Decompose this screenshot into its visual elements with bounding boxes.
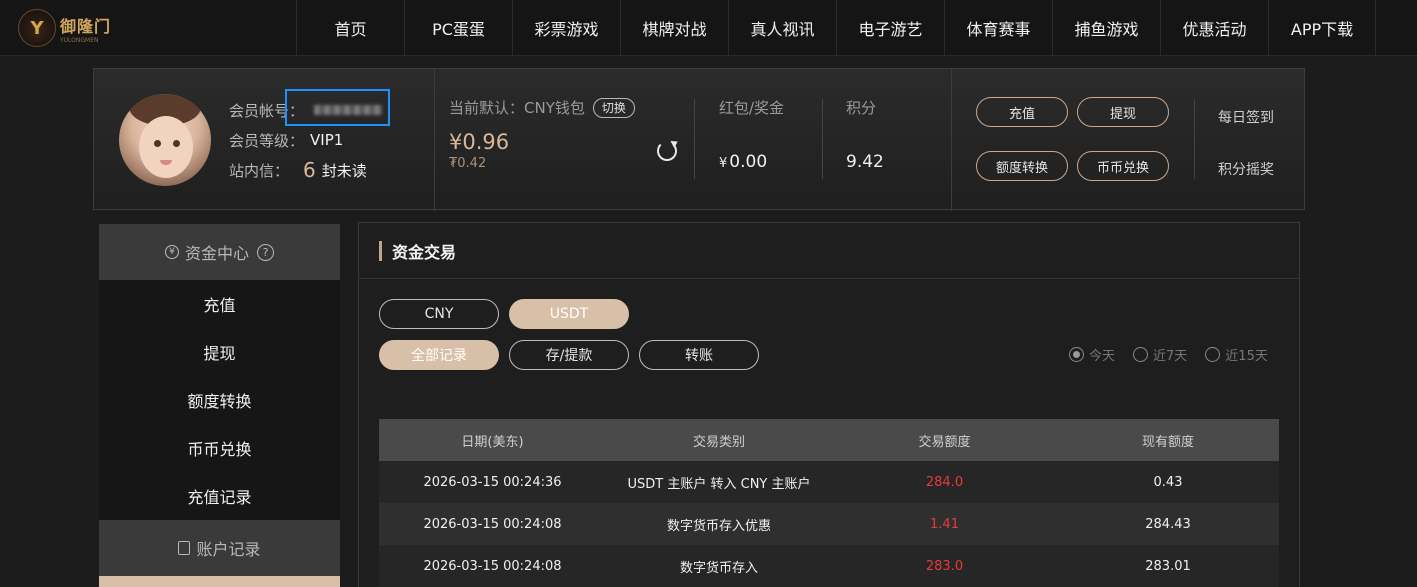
document-icon [178,541,191,555]
sidebar-item-exchange[interactable]: 币币兑换 [99,424,340,472]
cell-amount: 1.41 [930,516,959,532]
nav-home[interactable]: 首页 [296,0,404,56]
bonus-value: 0.00 [729,152,768,172]
table-row: 2026-03-15 00:24:08 数字货币存入 283.0 283.01 [379,545,1279,587]
account-highlight-box [285,89,390,126]
table-row: 2026-03-15 00:24:36 USDT 主账户 转入 CNY 主账户 … [379,461,1279,503]
points-value: 9.42 [846,152,884,172]
coin-icon: ¥ [164,245,179,259]
wallet-label: 当前默认：CNY钱包 [449,99,585,117]
account-records-header[interactable]: 账户记录 [99,520,340,576]
bonus-label: 红包/奖金 [719,99,785,117]
range-today[interactable]: 今天 [1069,345,1115,364]
tab-usdt[interactable]: USDT [509,299,629,329]
daily-checkin-link[interactable]: 每日签到 [1218,107,1274,159]
bonus-block: 红包/奖金 ¥0.00 [719,97,784,172]
header-date: 日期(美东) [461,434,524,450]
transfer-button[interactable]: 额度转换 [976,151,1068,181]
cell-type: 数字货币存入 [679,560,758,576]
range-7-days[interactable]: 近7天 [1133,345,1187,364]
sidebar-item-deposit-records[interactable]: 充值记录 [99,472,340,520]
sidebar-active-item[interactable] [99,576,340,587]
withdraw-button[interactable]: 提现 [1077,97,1169,127]
fund-center-header[interactable]: ¥ 资金中心 ? [99,224,340,280]
sidebar: ¥ 资金中心 ? 充值 提现 额度转换 币币兑换 充值记录 账户记录 [99,224,340,587]
logo-mark-icon: Y [18,9,56,47]
member-panel: 会员帐号： 会员等级： VIP1 站内信： 6 封未读 当前默认：CNY钱包 切… [93,68,1305,211]
nav-slots[interactable]: 电子游艺 [836,0,944,56]
tab-transfer[interactable]: 转账 [639,340,759,370]
nav-lottery[interactable]: 彩票游戏 [512,0,620,56]
level-label: 会员等级： [229,131,305,150]
range-15-days[interactable]: 近15天 [1205,345,1268,364]
nav-pc-egg[interactable]: PC蛋蛋 [404,0,512,56]
unread-count[interactable]: 6 [303,158,316,182]
side-links: 每日签到 积分摇奖 [1218,107,1274,211]
cell-amount: 284.0 [925,474,964,490]
sidebar-item-deposit[interactable]: 充值 [99,280,340,328]
unread-suffix: 封未读 [321,161,367,180]
main-panel: 资金交易 CNY USDT 全部记录 存/提款 转账 今天 近7天 近15天 日… [358,222,1300,587]
deposit-button[interactable]: 充值 [976,97,1068,127]
table-row: 2026-03-15 00:24:08 数字货币存入优惠 1.41 284.43 [379,503,1279,545]
nav-app-download[interactable]: APP下载 [1268,0,1376,56]
refresh-icon[interactable] [657,141,677,161]
date-range-filter: 今天 近7天 近15天 [1069,345,1286,364]
cell-balance: 284.43 [1145,516,1191,532]
cell-date: 2026-03-15 00:24:36 [423,474,562,490]
mail-label: 站内信： [229,161,290,180]
header-amount: 交易额度 [918,434,971,450]
nav-fishing[interactable]: 捕鱼游戏 [1052,0,1160,56]
nav-promotions[interactable]: 优惠活动 [1160,0,1268,56]
logo-text: 御隆门 YULONGMEN [60,16,112,44]
sidebar-item-transfer[interactable]: 额度转换 [99,376,340,424]
points-label: 积分 [846,99,877,117]
avatar [119,94,211,186]
top-navbar: Y 御隆门 YULONGMEN 首页 PC蛋蛋 彩票游戏 棋牌对战 真人视讯 电… [0,0,1417,56]
cell-balance: 283.01 [1145,558,1191,574]
nav-live-casino[interactable]: 真人视讯 [728,0,836,56]
transactions-table: 日期(美东) 交易类别 交易额度 现有额度 2026-03-15 00:24:3… [379,419,1279,587]
wallet-switch-button[interactable]: 切换 [592,97,635,118]
points-lottery-link[interactable]: 积分摇奖 [1218,159,1274,211]
cell-balance: 0.43 [1153,474,1183,490]
wallet-block: 当前默认：CNY钱包 切换 ¥0.96 ₮0.42 [449,97,635,171]
help-icon[interactable]: ? [257,243,274,261]
cell-date: 2026-03-15 00:24:08 [423,516,562,532]
tab-deposit-withdraw[interactable]: 存/提款 [509,340,629,370]
bonus-currency: ¥ [719,156,728,171]
page-title: 资金交易 [359,223,1299,279]
tab-cny[interactable]: CNY [379,299,499,329]
wallet-amount: ¥0.96 [449,130,510,154]
header-balance: 现有额度 [1141,434,1194,450]
main-nav: 首页 PC蛋蛋 彩票游戏 棋牌对战 真人视讯 电子游艺 体育赛事 捕鱼游戏 优惠… [296,0,1376,56]
cell-type: USDT 主账户 转入 CNY 主账户 [627,476,811,492]
nav-sports[interactable]: 体育赛事 [944,0,1052,56]
cell-amount: 283.0 [925,558,964,574]
brand-logo[interactable]: Y 御隆门 YULONGMEN [18,8,128,48]
exchange-button[interactable]: 币币兑换 [1077,151,1169,181]
table-header: 日期(美东) 交易类别 交易额度 现有额度 [379,419,1279,461]
cell-type: 数字货币存入优惠 [666,518,771,534]
tab-all-records[interactable]: 全部记录 [379,340,499,370]
level-value: VIP1 [310,131,344,149]
header-type: 交易类别 [692,434,745,450]
cell-date: 2026-03-15 00:24:08 [423,558,562,574]
nav-card-games[interactable]: 棋牌对战 [620,0,728,56]
points-block: 积分 9.42 [846,97,884,172]
sidebar-item-withdraw[interactable]: 提现 [99,328,340,376]
wallet-sub-amount: ₮0.42 [449,156,487,171]
